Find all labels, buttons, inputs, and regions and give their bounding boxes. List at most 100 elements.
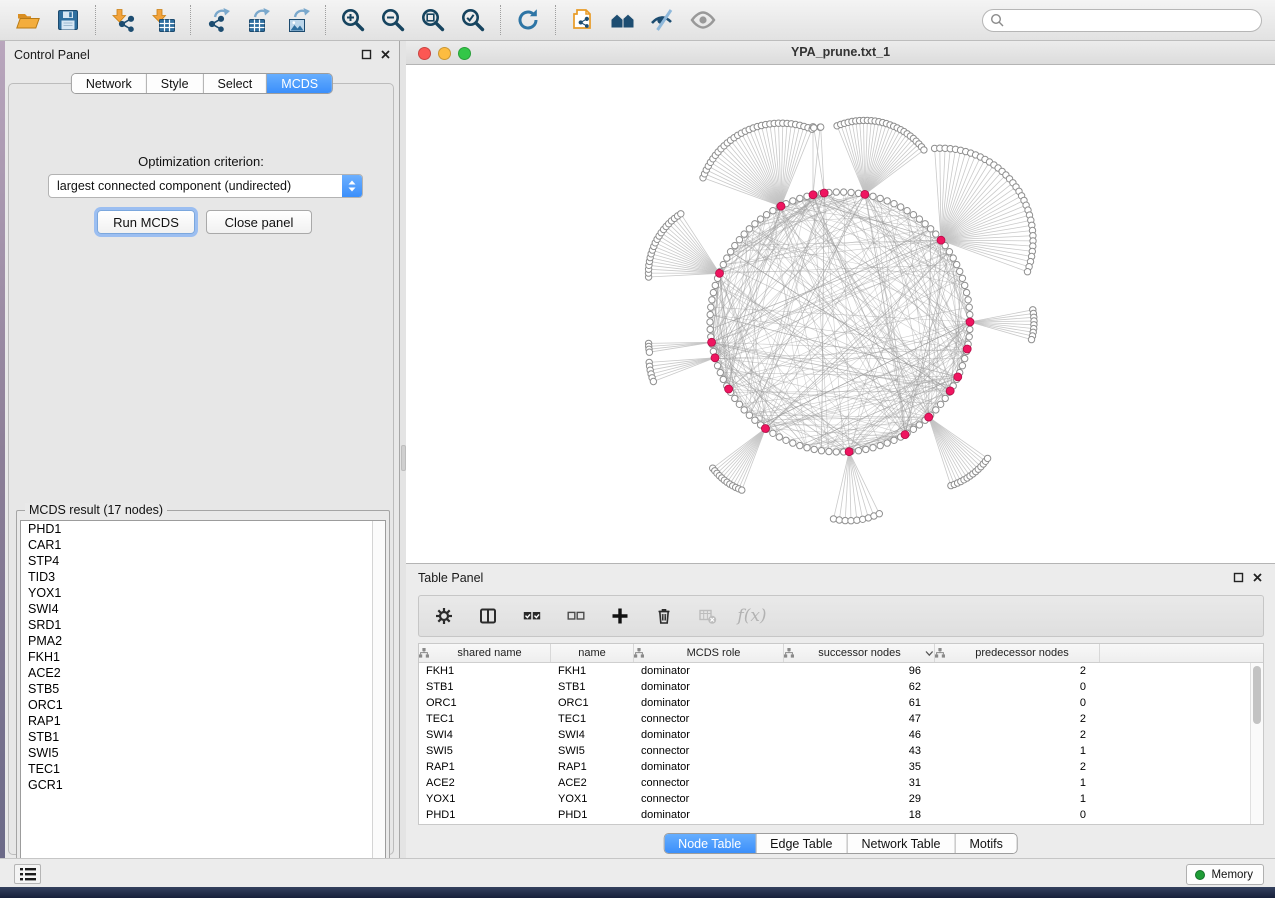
- cell-MCDS-role[interactable]: dominator: [634, 727, 784, 743]
- network-node[interactable]: [957, 268, 963, 274]
- network-leaf-node[interactable]: [836, 517, 842, 523]
- network-window-titlebar[interactable]: YPA_prune.txt_1: [406, 41, 1275, 65]
- cell-shared-name[interactable]: YOX1: [419, 791, 551, 807]
- tab-mcds[interactable]: MCDS: [267, 74, 332, 93]
- network-node[interactable]: [963, 289, 969, 295]
- network-node[interactable]: [954, 261, 960, 267]
- network-node[interactable]: [959, 363, 965, 369]
- network-leaf-node[interactable]: [818, 124, 824, 130]
- cell-successor-nodes[interactable]: 62: [784, 679, 935, 695]
- table-row[interactable]: FKH1FKH1dominator962: [419, 663, 1263, 679]
- zoom-fit-button[interactable]: [413, 3, 453, 37]
- network-node[interactable]: [736, 401, 742, 407]
- cell-predecessor-nodes[interactable]: 1: [935, 775, 1100, 791]
- cell-name[interactable]: SWI4: [551, 727, 634, 743]
- zoom-selected-button[interactable]: [453, 3, 493, 37]
- cell-successor-nodes[interactable]: 31: [784, 775, 935, 791]
- network-leaf-node[interactable]: [921, 147, 927, 153]
- network-node[interactable]: [752, 417, 758, 423]
- network-node[interactable]: [732, 395, 738, 401]
- mcds-result-item[interactable]: SWI4: [21, 601, 385, 617]
- mcds-result-item[interactable]: STB1: [21, 729, 385, 745]
- mcds-hub-node[interactable]: [809, 191, 817, 199]
- save-button[interactable]: [48, 3, 88, 37]
- network-node[interactable]: [884, 198, 890, 204]
- network-node[interactable]: [707, 319, 713, 325]
- splitter-grip[interactable]: [401, 445, 406, 471]
- network-node[interactable]: [891, 437, 897, 443]
- network-leaf-node[interactable]: [739, 487, 745, 493]
- network-node[interactable]: [752, 221, 758, 227]
- export-table-button[interactable]: [238, 3, 278, 37]
- mcds-hub-node[interactable]: [963, 345, 971, 353]
- cell-name[interactable]: RAP1: [551, 759, 634, 775]
- network-node[interactable]: [967, 326, 973, 332]
- column-header-shared-name[interactable]: shared name: [419, 644, 551, 662]
- network-node[interactable]: [965, 297, 971, 303]
- network-node[interactable]: [962, 282, 968, 288]
- network-node[interactable]: [783, 437, 789, 443]
- zoom-out-button[interactable]: [373, 3, 413, 37]
- network-node[interactable]: [776, 434, 782, 440]
- network-node[interactable]: [922, 221, 928, 227]
- network-node[interactable]: [790, 440, 796, 446]
- mcds-hub-node[interactable]: [954, 373, 962, 381]
- network-node[interactable]: [710, 289, 716, 295]
- cell-predecessor-nodes[interactable]: 2: [935, 663, 1100, 679]
- table-row[interactable]: ORC1ORC1dominator610: [419, 695, 1263, 711]
- cell-shared-name[interactable]: TEC1: [419, 711, 551, 727]
- tab-network-table[interactable]: Network Table: [848, 834, 956, 853]
- network-leaf-node[interactable]: [1024, 269, 1030, 275]
- network-node[interactable]: [898, 204, 904, 210]
- cell-shared-name[interactable]: ACE2: [419, 775, 551, 791]
- mcds-hub-node[interactable]: [711, 354, 719, 362]
- network-node[interactable]: [870, 445, 876, 451]
- cell-successor-nodes[interactable]: 61: [784, 695, 935, 711]
- cell-successor-nodes[interactable]: 43: [784, 743, 935, 759]
- cell-MCDS-role[interactable]: dominator: [634, 663, 784, 679]
- mcds-hub-node[interactable]: [966, 318, 974, 326]
- network-node[interactable]: [741, 407, 747, 413]
- document-share-button[interactable]: [563, 3, 603, 37]
- mcds-hub-node[interactable]: [946, 387, 954, 395]
- cell-MCDS-role[interactable]: connector: [634, 791, 784, 807]
- network-node[interactable]: [946, 249, 952, 255]
- eye-slash-button[interactable]: [643, 3, 683, 37]
- network-node[interactable]: [933, 407, 939, 413]
- network-leaf-node[interactable]: [984, 455, 990, 461]
- network-node[interactable]: [841, 189, 847, 195]
- network-node[interactable]: [833, 449, 839, 455]
- table-row[interactable]: ACE2ACE2connector311: [419, 775, 1263, 791]
- import-table-button[interactable]: [143, 3, 183, 37]
- mcds-result-item[interactable]: CAR1: [21, 537, 385, 553]
- tab-edge-table[interactable]: Edge Table: [756, 834, 847, 853]
- cell-predecessor-nodes[interactable]: 2: [935, 727, 1100, 743]
- mcds-result-item[interactable]: SWI5: [21, 745, 385, 761]
- network-node[interactable]: [709, 297, 715, 303]
- export-image-button[interactable]: [278, 3, 318, 37]
- close-panel-icon[interactable]: [380, 49, 391, 60]
- network-node[interactable]: [720, 261, 726, 267]
- table-row[interactable]: RAP1RAP1dominator352: [419, 759, 1263, 775]
- network-node[interactable]: [811, 446, 817, 452]
- network-node[interactable]: [707, 311, 713, 317]
- network-node[interactable]: [727, 249, 733, 255]
- network-leaf-node[interactable]: [646, 349, 652, 355]
- cell-shared-name[interactable]: ORC1: [419, 695, 551, 711]
- network-node[interactable]: [826, 448, 832, 454]
- network-node[interactable]: [804, 445, 810, 451]
- mcds-hub-node[interactable]: [937, 236, 945, 244]
- network-node[interactable]: [770, 430, 776, 436]
- open-folder-button[interactable]: [8, 3, 48, 37]
- cell-predecessor-nodes[interactable]: 2: [935, 711, 1100, 727]
- cell-name[interactable]: PHD1: [551, 807, 634, 823]
- cell-shared-name[interactable]: SWI5: [419, 743, 551, 759]
- mcds-hub-node[interactable]: [845, 448, 853, 456]
- mcds-result-item[interactable]: TID3: [21, 569, 385, 585]
- cell-successor-nodes[interactable]: 47: [784, 711, 935, 727]
- cell-successor-nodes[interactable]: 29: [784, 791, 935, 807]
- network-node[interactable]: [927, 226, 933, 232]
- network-node[interactable]: [770, 208, 776, 214]
- select-all-button[interactable]: [519, 603, 545, 629]
- refresh-button[interactable]: [508, 3, 548, 37]
